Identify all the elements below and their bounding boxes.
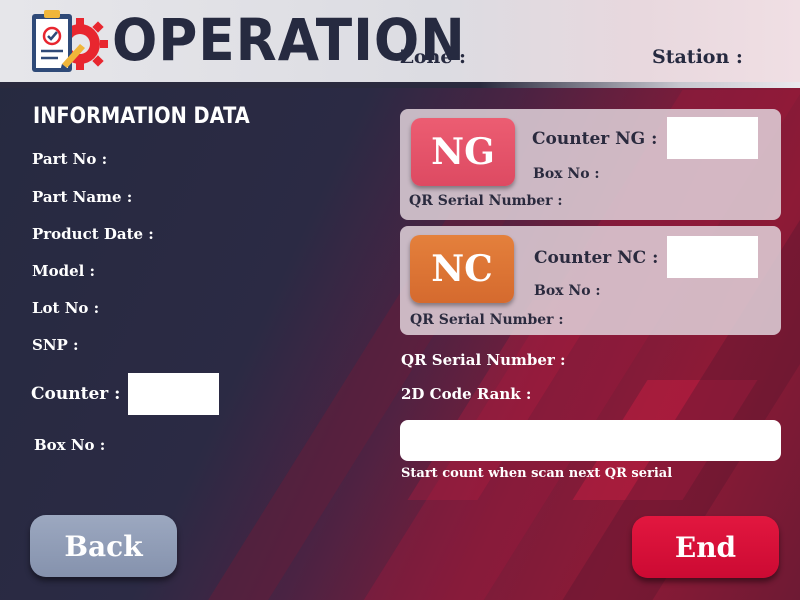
header-bar: OPERATION Zone : Station : [0,0,800,82]
qr-scan-input[interactable] [400,420,781,461]
nc-badge[interactable]: NC [410,235,514,303]
back-button[interactable]: Back [30,515,177,577]
ng-box-no-label: Box No : [533,166,600,182]
nc-card: NC Counter NC : Box No : QR Serial Numbe… [400,226,781,335]
counter-value-box [128,373,219,415]
counter-nc-label: Counter NC : [534,248,659,268]
counter-ng-value-box [667,117,758,159]
end-button[interactable]: End [632,516,779,578]
qr-serial-number-label: QR Serial Number : [401,351,566,369]
header-divider [0,82,800,88]
station-label: Station : [652,46,743,68]
product-date-label: Product Date : [32,225,154,243]
counter-nc-value-box [667,236,758,278]
model-label: Model : [32,262,96,280]
lot-no-label: Lot No : [32,299,100,317]
box-no-label: Box No : [34,436,106,454]
counter-ng-label: Counter NG : [532,129,658,149]
nc-qr-serial-label: QR Serial Number : [410,312,564,328]
nc-box-no-label: Box No : [534,283,601,299]
part-no-label: Part No : [32,150,108,168]
zone-label: Zone : [400,46,467,68]
information-data-heading: INFORMATION DATA [33,104,250,129]
ng-badge[interactable]: NG [411,118,515,186]
counter-label: Counter : [31,384,121,404]
snp-label: SNP : [32,336,79,354]
clipboard-gear-icon [32,10,108,72]
ng-qr-serial-label: QR Serial Number : [409,193,563,209]
scan-hint-text: Start count when scan next QR serial [401,466,673,481]
part-name-label: Part Name : [32,188,133,206]
2d-code-rank-label: 2D Code Rank : [401,385,532,403]
ng-card: NG Counter NG : Box No : QR Serial Numbe… [400,109,781,220]
